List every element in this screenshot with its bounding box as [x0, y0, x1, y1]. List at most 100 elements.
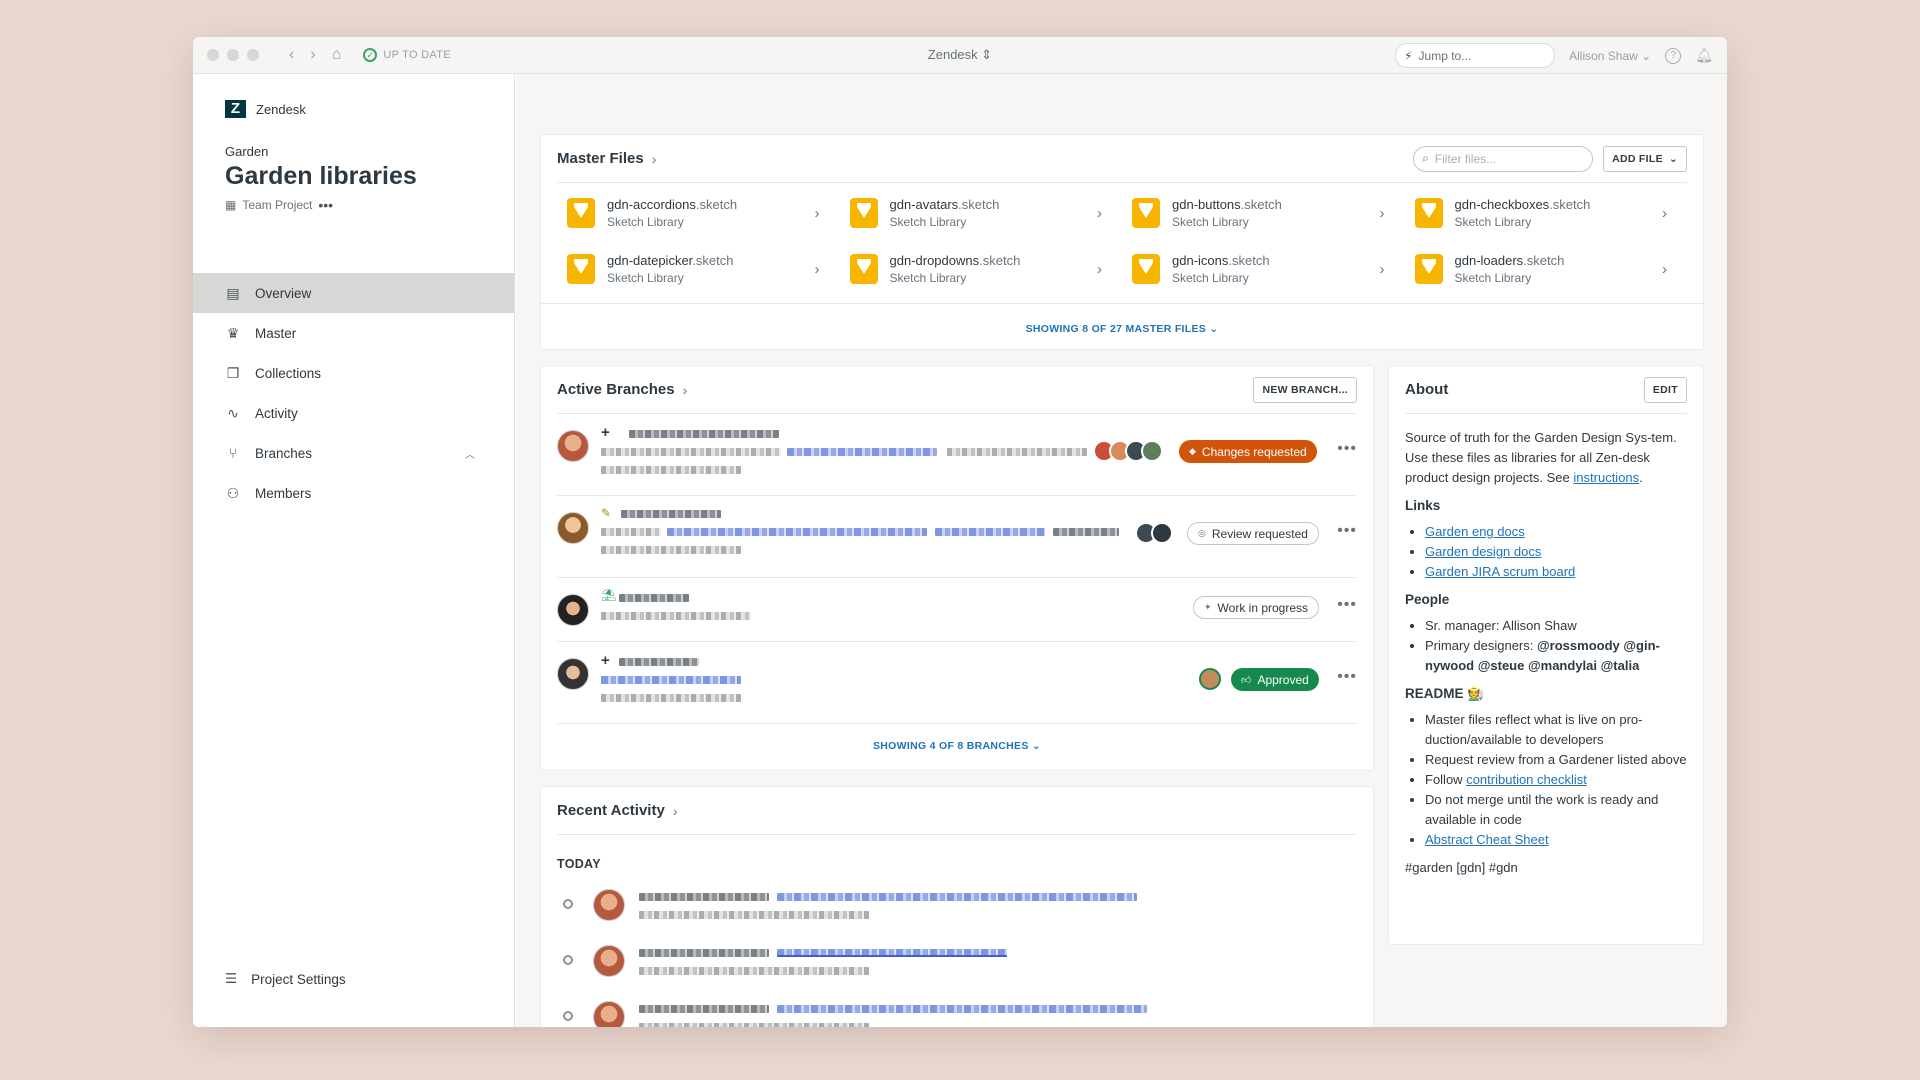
close-window-button[interactable]: [207, 49, 219, 61]
main-content: Master Files › ⌕ Filter files... ADD FIL…: [516, 74, 1727, 1027]
building-icon: ▦: [225, 198, 237, 212]
branch-desc-redacted: [601, 528, 661, 536]
sidebar: Z Zendesk Garden Garden libraries ▦ Team…: [193, 74, 515, 1027]
back-arrow-icon[interactable]: ‹: [289, 46, 294, 64]
chevron-right-icon: ›: [1379, 260, 1385, 278]
chevron-right-icon: ›: [682, 381, 688, 398]
sidebar-item-members[interactable]: ⚇ Members: [193, 473, 515, 513]
file-item[interactable]: gdn-avatars.sketch Sketch Library ›: [840, 191, 1123, 235]
sidebar-nav: ▤ Overview ♛ Master ❐ Collections ∿ Acti…: [193, 273, 515, 513]
filter-files-input[interactable]: ⌕ Filter files...: [1413, 145, 1594, 172]
chevron-right-icon: ›: [814, 260, 820, 278]
overview-icon: ▤: [226, 284, 240, 301]
new-branch-button[interactable]: NEW BRANCH...: [1253, 376, 1357, 403]
activity-text-redacted: [639, 1005, 769, 1013]
sidebar-item-branches[interactable]: ⑂ Branches ︿: [193, 433, 515, 473]
project-parent[interactable]: Garden: [225, 144, 268, 159]
sidebar-item-collections[interactable]: ❐ Collections: [193, 353, 515, 393]
sketch-library-icon: [567, 198, 595, 228]
branch-desc-redacted: [787, 448, 937, 456]
activity-meta-redacted: [639, 1023, 869, 1027]
branch-row[interactable]: ✎ ◎ Review requested •••: [557, 496, 1357, 578]
more-options-icon[interactable]: •••: [1337, 668, 1357, 686]
contribution-checklist-link[interactable]: contribution checklist: [1466, 772, 1587, 787]
show-more-branches-link[interactable]: SHOWING 4 OF 8 BRANCHES ⌄: [541, 740, 1373, 752]
sketch-library-icon: [1414, 198, 1443, 228]
file-item[interactable]: gdn-checkboxes.sketch Sketch Library ›: [1405, 191, 1688, 235]
sketch-library-icon: [1132, 254, 1160, 284]
avatar: [557, 430, 589, 462]
forward-arrow-icon[interactable]: ›: [310, 46, 315, 64]
file-item[interactable]: gdn-buttons.sketch Sketch Library ›: [1122, 191, 1405, 235]
file-grid: gdn-accordions.sketch Sketch Library › g…: [557, 191, 1687, 291]
more-options-icon[interactable]: •••: [1337, 440, 1357, 458]
activity-item[interactable]: [557, 945, 1357, 985]
chevron-right-icon: ›: [651, 150, 657, 167]
branch-desc-redacted: [601, 448, 781, 456]
abstract-cheat-sheet-link[interactable]: Abstract Cheat Sheet: [1425, 832, 1549, 847]
project-subtitle: ▦ Team Project •••: [225, 197, 334, 213]
status-badge: ✦ Work in progress: [1193, 596, 1320, 619]
show-more-files-link[interactable]: SHOWING 8 OF 27 MASTER FILES ⌄: [541, 323, 1703, 335]
file-item[interactable]: gdn-icons.sketch Sketch Library ›: [1122, 247, 1405, 291]
activity-text-redacted: [639, 893, 769, 901]
sidebar-item-master[interactable]: ♛ Master: [193, 313, 515, 353]
edit-button[interactable]: EDIT: [1643, 376, 1687, 403]
sketch-library-icon: [849, 254, 878, 284]
avatar: [593, 1001, 625, 1027]
crown-icon: ♛: [226, 324, 240, 341]
sketch-library-icon: [1132, 198, 1160, 228]
minimize-window-button[interactable]: [227, 49, 239, 61]
people-designers: Primary designers: @rossmoody @gin-nywoo…: [1425, 636, 1687, 676]
sidebar-item-overview[interactable]: ▤ Overview: [193, 273, 515, 313]
maximize-window-button[interactable]: [247, 49, 259, 61]
branch-desc-redacted: [935, 528, 1045, 536]
project-settings-link[interactable]: ☰ Project Settings: [225, 971, 346, 987]
file-item[interactable]: gdn-accordions.sketch Sketch Library ›: [557, 191, 840, 235]
garden-eng-docs-link[interactable]: Garden eng docs: [1425, 524, 1525, 539]
chevron-right-icon: ›: [814, 204, 820, 222]
file-item[interactable]: gdn-dropdowns.sketch Sketch Library ›: [840, 247, 1123, 291]
branch-row[interactable]: + ◆ Changes requested •••: [557, 414, 1357, 496]
activity-item[interactable]: [557, 1001, 1357, 1027]
check-circle-icon: ✓: [363, 48, 378, 62]
user-menu[interactable]: Allison Shaw ⌄: [1569, 49, 1651, 63]
help-icon[interactable]: ?: [1665, 47, 1682, 64]
chevron-up-icon[interactable]: ︿: [465, 446, 475, 461]
more-options-icon[interactable]: •••: [318, 197, 333, 213]
branch-row[interactable]: + 👍︎ Approved •••: [557, 642, 1357, 724]
chevron-down-icon: ⌄: [1641, 48, 1652, 63]
jump-to-input[interactable]: ⚡ Jump to...: [1395, 43, 1556, 68]
sidebar-item-activity[interactable]: ∿ Activity: [193, 393, 515, 433]
activity-link-redacted: [777, 893, 1137, 901]
branch-icon: ⑂: [228, 445, 238, 461]
file-item[interactable]: gdn-datepicker.sketch Sketch Library ›: [557, 247, 840, 291]
garden-design-docs-link[interactable]: Garden design docs: [1425, 544, 1541, 559]
activity-meta-redacted: [639, 967, 869, 975]
home-icon[interactable]: ⌂: [332, 46, 342, 64]
activity-item[interactable]: [557, 889, 1357, 929]
diamond-icon: ◆: [1189, 446, 1196, 456]
org-header[interactable]: Z Zendesk: [225, 100, 306, 118]
file-item[interactable]: gdn-loaders.sketch Sketch Library ›: [1405, 247, 1688, 291]
add-file-button[interactable]: ADD FILE ⌄: [1603, 145, 1687, 172]
activity-text-redacted: [639, 949, 769, 957]
chevron-right-icon: ›: [1097, 204, 1102, 222]
sketch-library-icon: [567, 254, 595, 284]
person-icon: ⚇: [226, 484, 240, 501]
master-files-title[interactable]: Master Files ›: [557, 150, 656, 167]
branch-name-redacted: [619, 594, 689, 602]
instructions-link[interactable]: instructions: [1573, 470, 1639, 485]
search-icon: ⌕: [1422, 151, 1429, 165]
more-options-icon[interactable]: •••: [1337, 596, 1357, 614]
status-badge: ◆ Changes requested: [1179, 440, 1317, 463]
links-heading: Links: [1405, 498, 1441, 513]
chevron-right-icon: ›: [1379, 204, 1385, 222]
garden-jira-link[interactable]: Garden JIRA scrum board: [1425, 564, 1575, 579]
more-options-icon[interactable]: •••: [1337, 522, 1357, 540]
divider: [541, 303, 1703, 304]
bell-icon[interactable]: 🔔︎: [1695, 47, 1713, 64]
recent-activity-title[interactable]: Recent Activity ›: [557, 802, 677, 819]
active-branches-title[interactable]: Active Branches ›: [557, 381, 687, 398]
branch-row[interactable]: ⛱ ✦ Work in progress •••: [557, 578, 1357, 642]
